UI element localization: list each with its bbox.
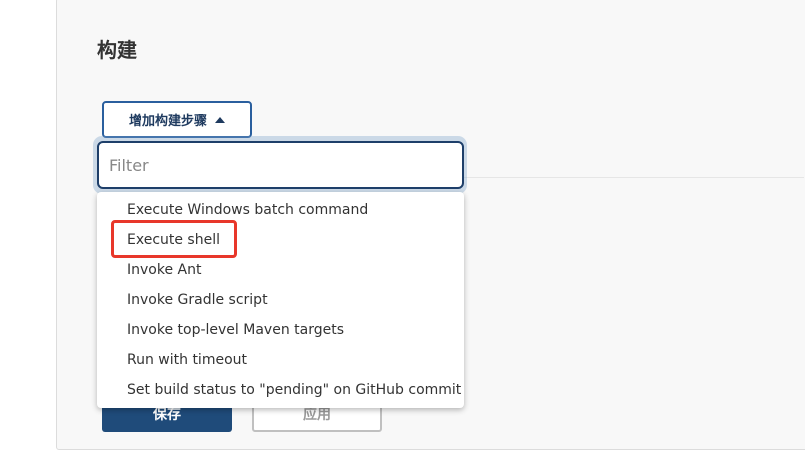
- menu-item-run-with-timeout[interactable]: Run with timeout: [97, 345, 464, 375]
- add-build-step-label: 增加构建步骤: [128, 114, 207, 129]
- add-build-step-button[interactable]: 增加构建步骤: [102, 101, 252, 138]
- caret-up-icon: [215, 116, 225, 123]
- filter-input[interactable]: [97, 141, 464, 189]
- menu-item-invoke-gradle[interactable]: Invoke Gradle script: [97, 285, 464, 315]
- menu-item-invoke-maven[interactable]: Invoke top-level Maven targets: [97, 315, 464, 345]
- section-divider: [464, 177, 804, 178]
- section-title: 构建: [97, 38, 137, 62]
- highlight-annotation-box: [111, 220, 237, 258]
- menu-item-invoke-ant[interactable]: Invoke Ant: [97, 255, 464, 285]
- menu-item-set-build-status[interactable]: Set build status to "pending" on GitHub …: [97, 375, 464, 405]
